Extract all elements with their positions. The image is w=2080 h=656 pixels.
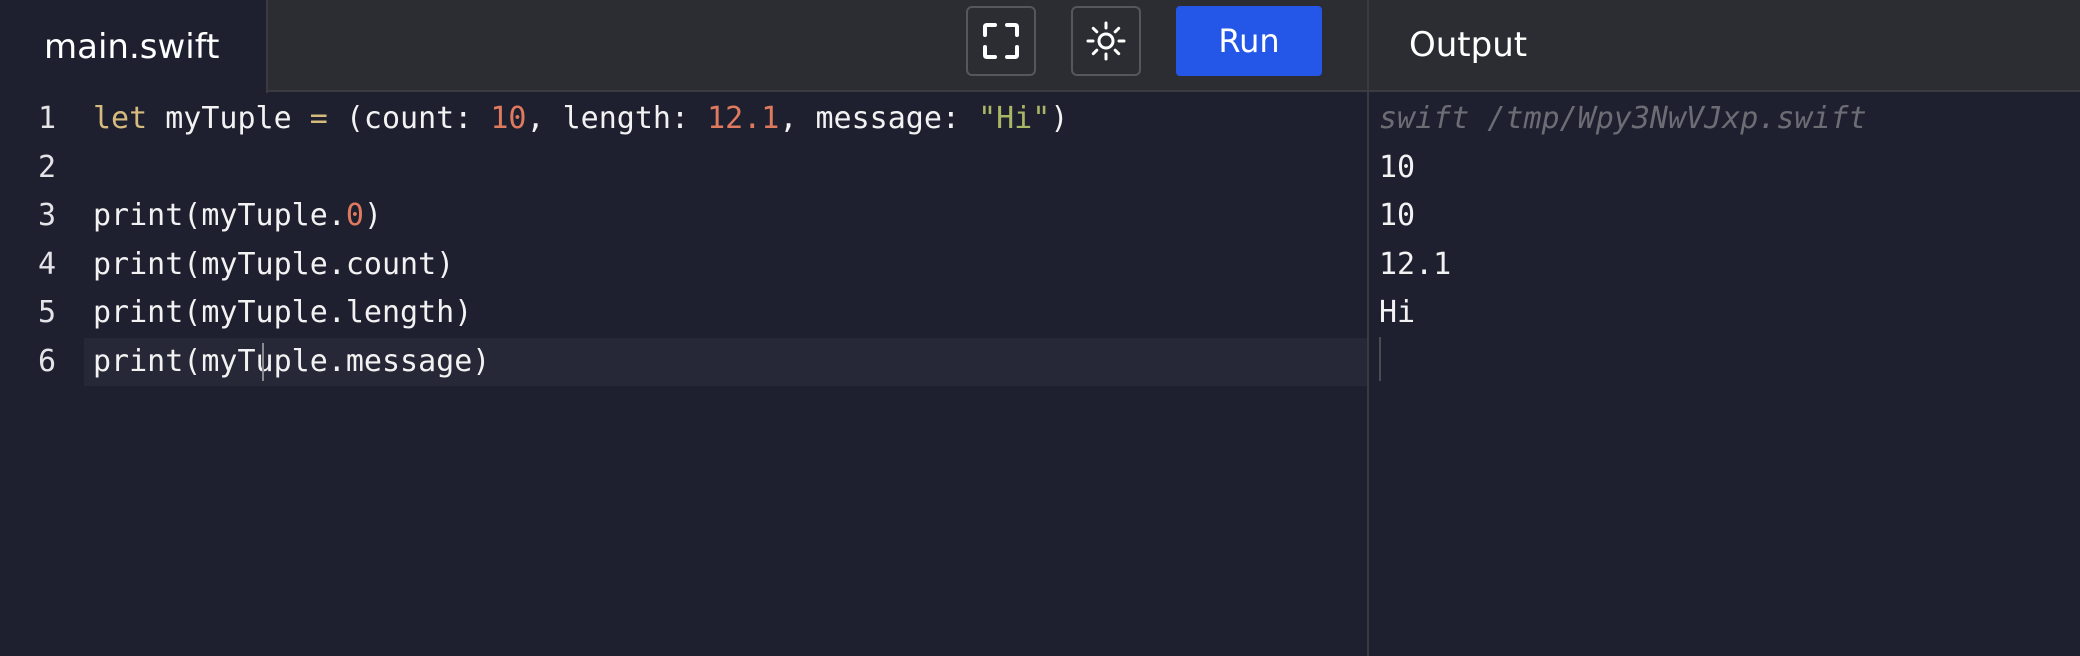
code-token: print(myTuple.count) [93,247,455,282]
run-button[interactable]: Run [1176,6,1322,76]
sun-icon [1086,21,1126,61]
editor-toolbar: main.swift Run [0,0,1368,93]
code-line[interactable]: 5 print(myTuple.length) [0,289,1367,337]
code-text: print(myTuple.length) [93,289,472,337]
code-token: myTuple [147,101,310,136]
output-line: 12.1 [1379,247,1452,282]
code-text: print(myTuple.count) [93,241,454,289]
tab-main-swift[interactable]: main.swift [0,0,268,93]
code-line[interactable]: 1 let myTuple = (count: 10, length: 12.1,… [0,95,1367,143]
code-token: "Hi" [978,101,1051,136]
code-token: print(myTuple. [93,198,346,233]
line-number: 5 [37,295,56,330]
code-token: ) [1050,101,1069,136]
text-cursor [262,343,264,381]
code-text: print(myTuple.0) [93,192,382,240]
code-token: 12.1 [707,101,780,136]
code-editor[interactable]: 1 let myTuple = (count: 10, length: 12.1,… [0,95,1367,656]
code-text: print(myTuple.message) [93,338,490,386]
fullscreen-button[interactable] [966,6,1036,76]
output-command: swift /tmp/Wpy3NwVJxp.swift [1379,101,1867,136]
line-number: 3 [37,198,56,233]
code-token: print(myTuple.message) [93,344,491,379]
code-token: , length: [526,101,708,136]
line-number: 1 [37,101,56,136]
code-token: ) [363,198,382,233]
line-number: 6 [37,344,56,379]
output-line: 10 [1379,150,1416,185]
code-token: = [309,101,328,136]
output-header: Output [1369,0,2080,92]
code-token: 10 [490,101,527,136]
theme-toggle-button[interactable] [1071,6,1141,76]
output-line: Hi [1379,295,1416,330]
line-number: 2 [37,150,56,185]
fullscreen-icon [983,23,1019,59]
code-line[interactable]: 6 print(myTuple.message) [0,338,1367,386]
output-line: 10 [1379,198,1416,233]
output-cursor [1379,337,1381,381]
code-token: let [93,101,148,136]
code-token: print(myTuple.length) [93,295,473,330]
code-token: , message: [779,101,979,136]
output-title: Output [1409,25,1528,65]
code-line[interactable]: 4 print(myTuple.count) [0,241,1367,289]
code-line[interactable]: 3 print(myTuple.0) [0,192,1367,240]
code-line[interactable]: 2 [0,144,1367,192]
code-token: 0 [345,198,364,233]
line-number: 4 [37,247,56,282]
code-token: (count: [327,101,491,136]
code-text: let myTuple = (count: 10, length: 12.1, … [93,95,1068,143]
output-panel: swift /tmp/Wpy3NwVJxp.swift 10 10 12.1 Hi [1369,95,2080,656]
